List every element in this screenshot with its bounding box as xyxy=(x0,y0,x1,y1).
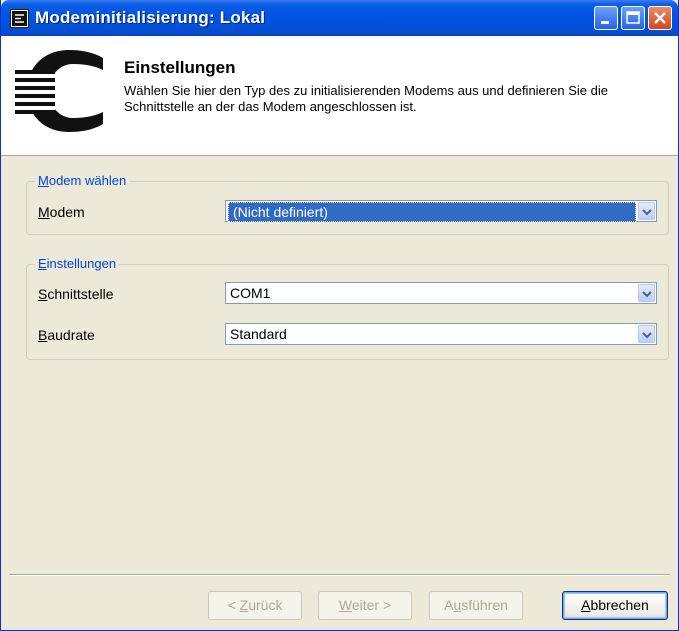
modem-dropdown[interactable]: (Nicht definiert) xyxy=(225,200,657,222)
next-button[interactable]: Weiter > xyxy=(318,591,412,620)
baudrate-dropdown[interactable]: Standard xyxy=(225,323,657,345)
baudrate-value: Standard xyxy=(230,326,287,342)
group-settings-legend: Einstellungen xyxy=(35,256,120,271)
minimize-button[interactable] xyxy=(594,6,618,30)
group-settings: Einstellungen xyxy=(26,256,669,360)
close-button[interactable] xyxy=(648,6,672,30)
title-bar[interactable]: Modeminitialisierung: Lokal xyxy=(1,0,678,36)
footer-separator xyxy=(9,574,670,576)
wizard-header: Einstellungen Wählen Sie hier den Typ de… xyxy=(1,36,678,156)
baudrate-label: Baudrate xyxy=(38,327,95,343)
chevron-down-icon[interactable] xyxy=(638,325,655,343)
modem-label: Modem xyxy=(38,204,85,220)
group-modem-legend: Modem wählen xyxy=(35,173,130,188)
header-description: Wählen Sie hier den Typ des zu initialis… xyxy=(124,83,608,114)
cancel-button[interactable]: Abbrechen xyxy=(562,591,668,620)
brand-logo-icon xyxy=(15,50,107,137)
chevron-down-icon[interactable] xyxy=(638,284,655,302)
wizard-window: Modeminitialisierung: Lokal Einstellunge… xyxy=(0,0,679,631)
maximize-button[interactable] xyxy=(621,6,645,30)
app-icon[interactable] xyxy=(10,9,29,28)
back-button[interactable]: < Zurück xyxy=(208,591,302,620)
header-title: Einstellungen xyxy=(124,58,236,77)
port-label: Schnittstelle xyxy=(38,286,114,302)
execute-button[interactable]: Ausführen xyxy=(429,591,523,620)
window-title: Modeminitialisierung: Lokal xyxy=(35,8,266,27)
port-value: COM1 xyxy=(230,285,271,301)
port-dropdown[interactable]: COM1 xyxy=(225,282,657,304)
modem-value: (Nicht definiert) xyxy=(228,202,636,222)
chevron-down-icon[interactable] xyxy=(638,202,655,220)
